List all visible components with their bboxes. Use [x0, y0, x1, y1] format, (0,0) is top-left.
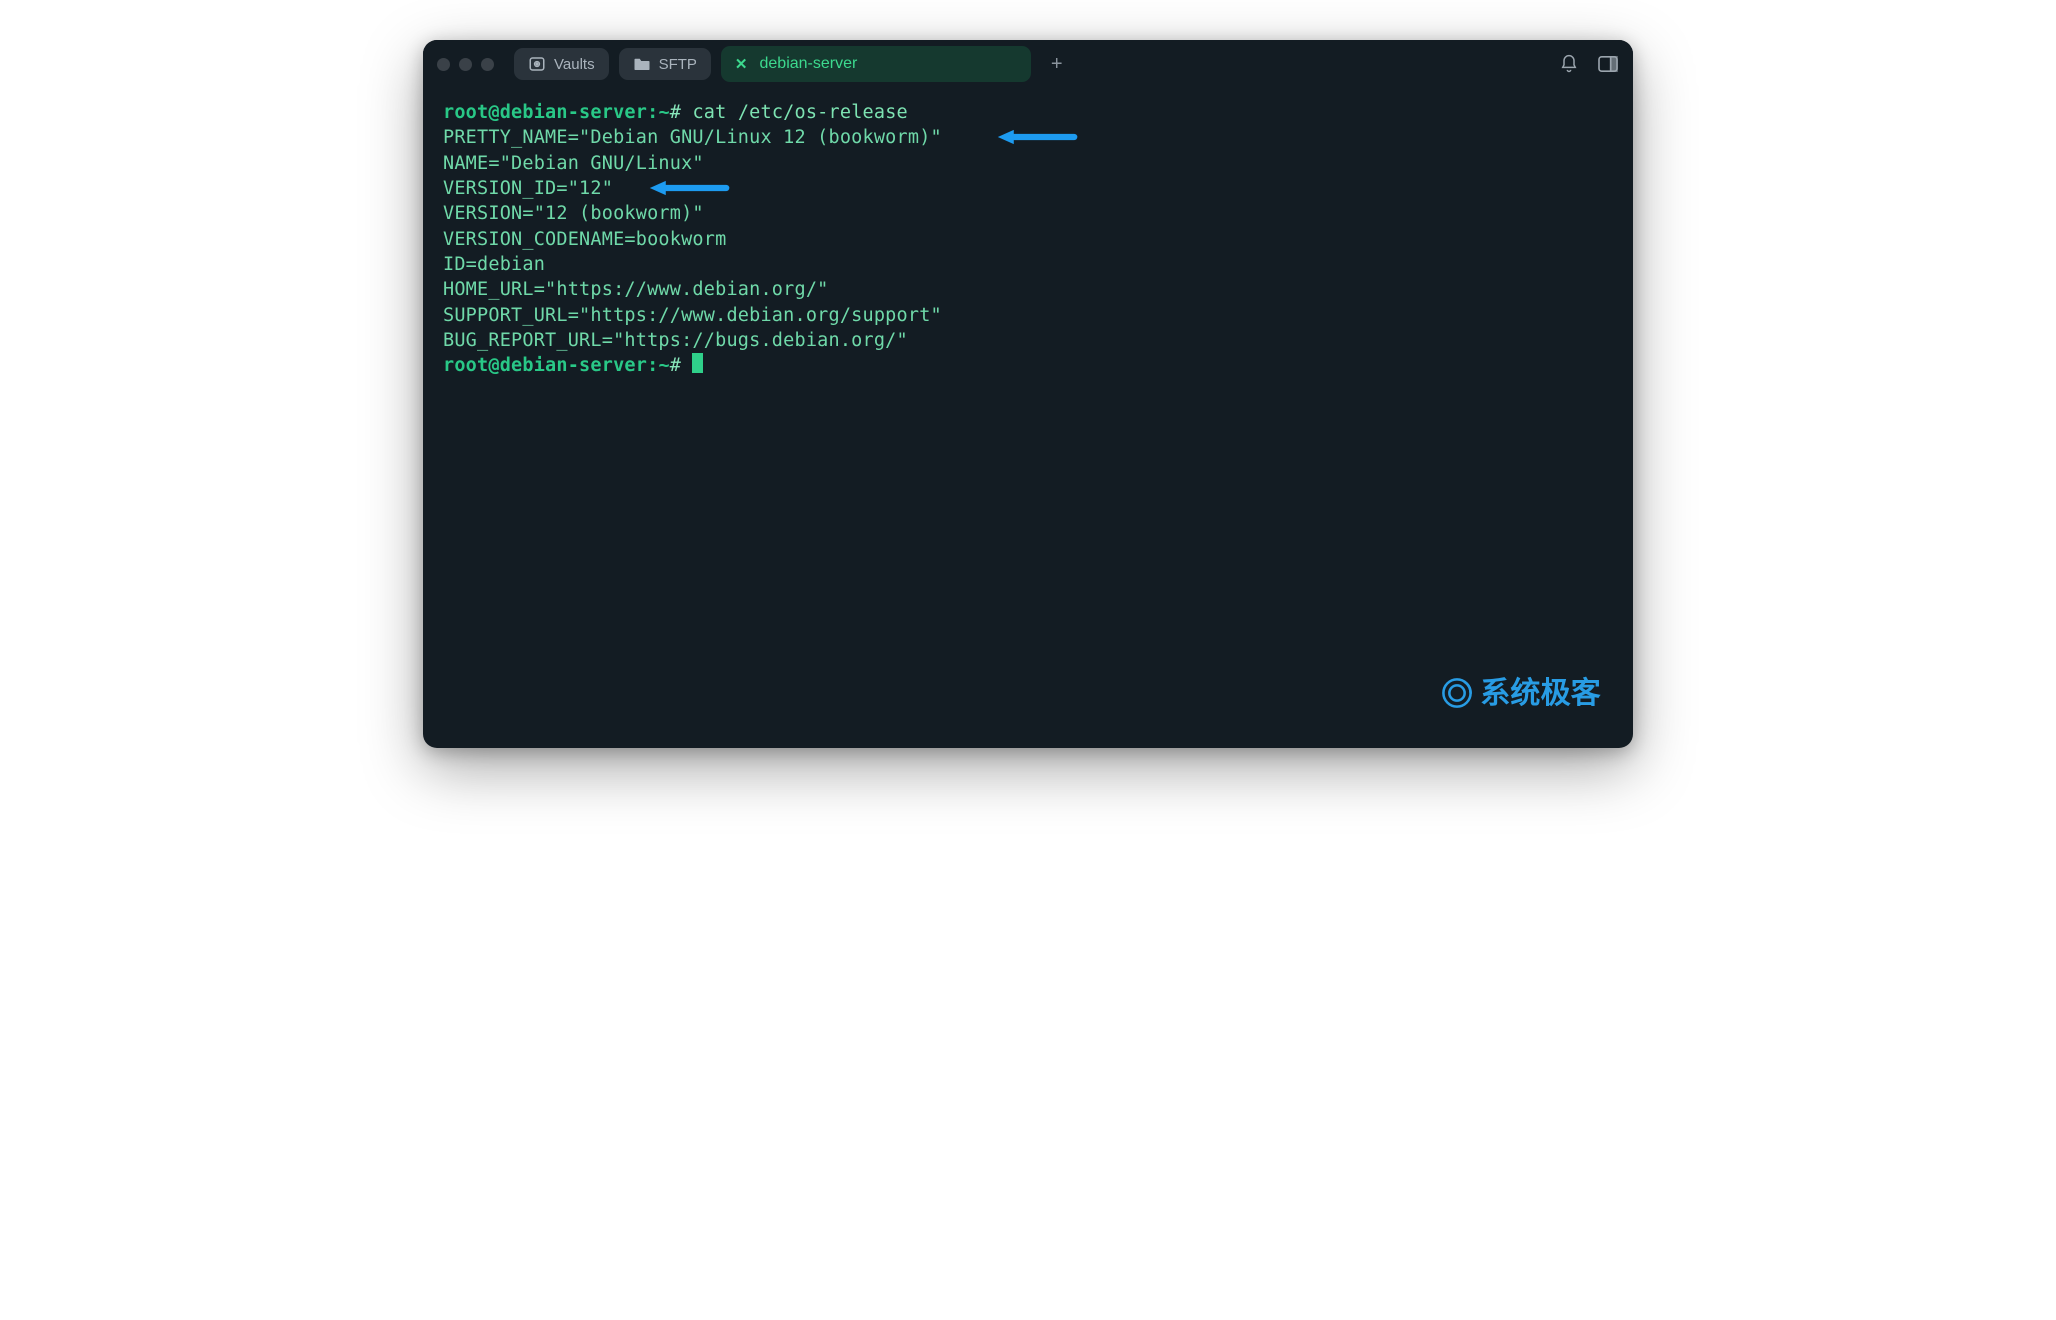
- tab-label: debian-server: [760, 55, 858, 73]
- output-line: ID=debian: [443, 252, 1613, 277]
- watermark-icon: [1440, 676, 1474, 710]
- prompt-path: ~: [658, 355, 669, 376]
- annotation-arrow-icon: [991, 129, 1081, 145]
- new-tab-button[interactable]: +: [1041, 53, 1073, 76]
- output-line: BUG_REPORT_URL="https://bugs.debian.org/…: [443, 328, 1613, 353]
- prompt-line-2: root@debian-server:~#: [443, 353, 1613, 378]
- sftp-label: SFTP: [659, 56, 697, 73]
- prompt-user-host: root@debian-server: [443, 102, 647, 123]
- sftp-pill[interactable]: SFTP: [619, 48, 711, 80]
- minimize-window-button[interactable]: [459, 58, 472, 71]
- output-line: VERSION_CODENAME=bookworm: [443, 227, 1613, 252]
- output-line: VERSION_ID="12": [443, 176, 1613, 201]
- prompt-symbol: #: [670, 102, 681, 123]
- command-text: cat /etc/os-release: [692, 102, 907, 123]
- output-line: NAME="Debian GNU/Linux": [443, 151, 1613, 176]
- prompt-symbol: #: [670, 355, 681, 376]
- close-window-button[interactable]: [437, 58, 450, 71]
- zoom-window-button[interactable]: [481, 58, 494, 71]
- close-tab-icon[interactable]: ✕: [735, 55, 748, 73]
- output-line: PRETTY_NAME="Debian GNU/Linux 12 (bookwo…: [443, 125, 1613, 150]
- tab-debian-server[interactable]: ✕ debian-server: [721, 46, 1031, 82]
- annotation-arrow-icon: [643, 180, 733, 196]
- terminal-window: Vaults SFTP ✕ debian-server + root: [423, 40, 1633, 748]
- output-line: SUPPORT_URL="https://www.debian.org/supp…: [443, 303, 1613, 328]
- watermark-text: 系统极客: [1480, 673, 1601, 714]
- cursor: [692, 353, 703, 373]
- prompt-sep: :: [647, 355, 658, 376]
- titlebar-right: [1559, 54, 1619, 74]
- output-line: HOME_URL="https://www.debian.org/": [443, 277, 1613, 302]
- window-controls: [437, 58, 494, 71]
- vaults-pill[interactable]: Vaults: [514, 48, 609, 80]
- output-line: VERSION="12 (bookworm)": [443, 201, 1613, 226]
- bell-icon[interactable]: [1559, 54, 1579, 74]
- prompt-path: ~: [658, 102, 669, 123]
- titlebar: Vaults SFTP ✕ debian-server +: [423, 40, 1633, 88]
- prompt-sep: :: [647, 102, 658, 123]
- vaults-label: Vaults: [554, 56, 595, 73]
- terminal-output[interactable]: root@debian-server:~# cat /etc/os-releas…: [423, 88, 1633, 748]
- prompt-user-host: root@debian-server: [443, 355, 647, 376]
- watermark: 系统极客: [1440, 673, 1601, 714]
- vaults-icon: [528, 55, 546, 73]
- prompt-line: root@debian-server:~# cat /etc/os-releas…: [443, 100, 1613, 125]
- folder-icon: [633, 56, 651, 72]
- panel-icon[interactable]: [1597, 55, 1619, 73]
